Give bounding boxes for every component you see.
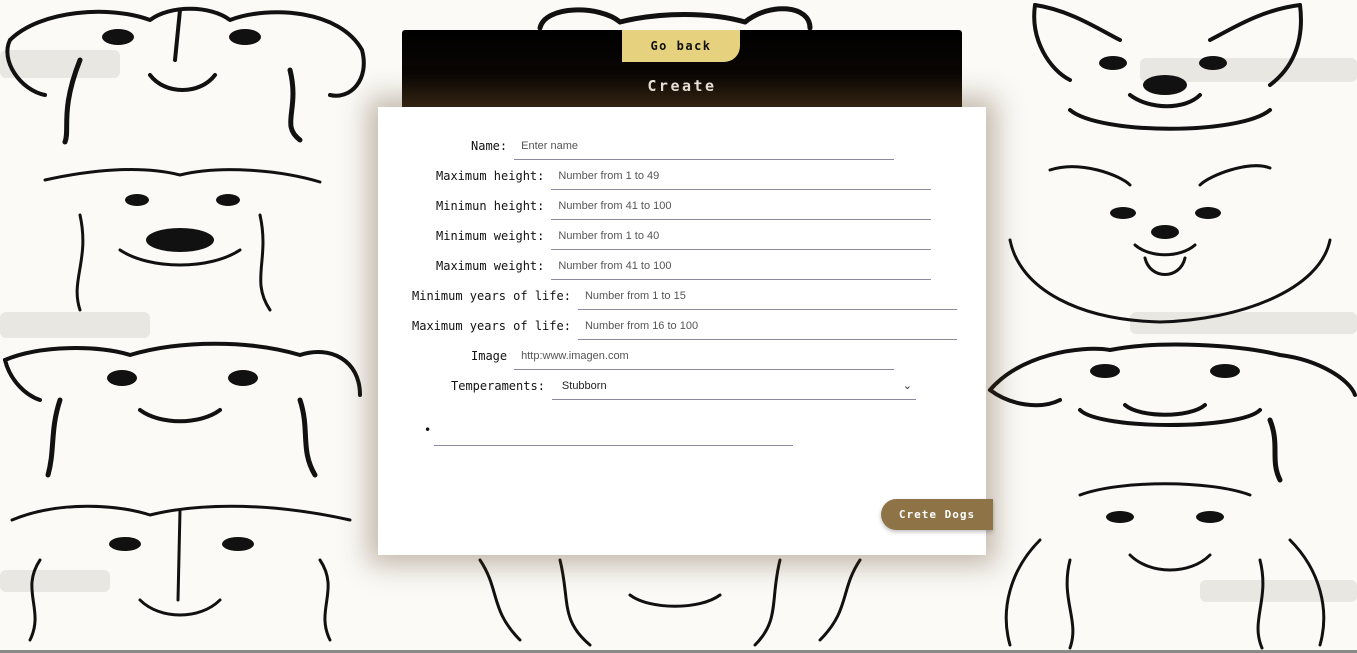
min-weight-label: Minimum weight: — [436, 229, 545, 243]
max-weight-row: Maximum weight: — [436, 251, 932, 281]
temperaments-label: Temperaments: — [451, 379, 545, 393]
temperaments-select[interactable]: Stubborn ⌄ — [551, 372, 916, 400]
name-input[interactable] — [514, 132, 895, 160]
temperaments-selected-value: Stubborn — [561, 379, 607, 392]
max-life-row: Maximum years of life: — [412, 311, 957, 341]
image-row: Image — [471, 341, 895, 371]
max-life-input[interactable] — [577, 312, 957, 340]
create-dog-button[interactable]: Crete Dogs — [881, 499, 993, 530]
max-weight-label: Maximum weight: — [436, 259, 545, 273]
min-life-row: Minimum years of life: — [412, 281, 957, 311]
selected-temperaments-list: • — [424, 423, 794, 446]
max-life-label: Maximum years of life: — [412, 319, 571, 333]
max-height-label: Maximum height: — [436, 169, 545, 183]
min-height-input[interactable] — [551, 192, 932, 220]
max-height-row: Maximum height: — [436, 161, 932, 191]
name-row: Name: — [471, 131, 895, 161]
chevron-down-icon: ⌄ — [902, 380, 912, 392]
list-divider — [434, 445, 793, 446]
min-life-input[interactable] — [577, 282, 957, 310]
go-back-button[interactable]: Go back — [622, 30, 740, 62]
max-height-input[interactable] — [551, 162, 932, 190]
max-weight-input[interactable] — [551, 252, 932, 280]
name-label: Name: — [471, 139, 508, 153]
list-item: • — [424, 423, 432, 437]
image-label: Image — [471, 349, 508, 363]
min-height-row: Minimun height: — [436, 191, 932, 221]
min-weight-input[interactable] — [551, 222, 932, 250]
temperaments-row: Temperaments: Stubborn ⌄ — [451, 371, 916, 401]
min-height-label: Minimun height: — [436, 199, 545, 213]
page-title: Create — [647, 77, 717, 95]
min-life-label: Minimum years of life: — [412, 289, 571, 303]
image-url-input[interactable] — [514, 342, 895, 370]
min-weight-row: Minimum weight: — [436, 221, 932, 251]
